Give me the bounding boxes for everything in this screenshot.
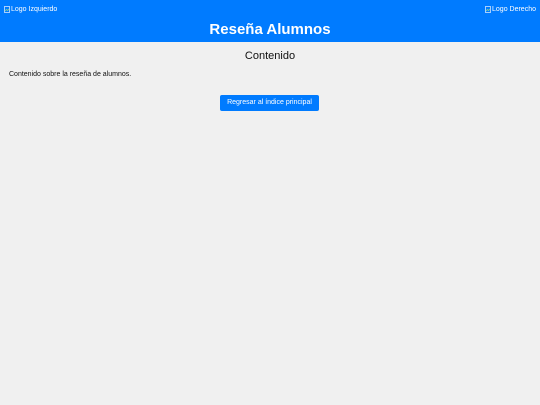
broken-image-icon <box>485 6 491 13</box>
broken-image-icon <box>4 6 10 13</box>
back-to-index-button[interactable]: Regresar al índice principal <box>220 95 319 111</box>
section-heading: Contenido <box>244 50 296 62</box>
logo-right: Logo Derecho <box>485 5 536 14</box>
logo-left: Logo Izquierdo <box>4 5 57 14</box>
page-header: Logo Izquierdo Reseña Alumnos Logo Derec… <box>0 0 540 42</box>
logo-left-alt-text: Logo Izquierdo <box>11 6 58 13</box>
content-paragraph: Contenido sobre la reseña de alumnos. <box>9 71 132 78</box>
page-title: Reseña Alumnos <box>209 21 331 39</box>
logo-right-alt-text: Logo Derecho <box>492 6 536 13</box>
